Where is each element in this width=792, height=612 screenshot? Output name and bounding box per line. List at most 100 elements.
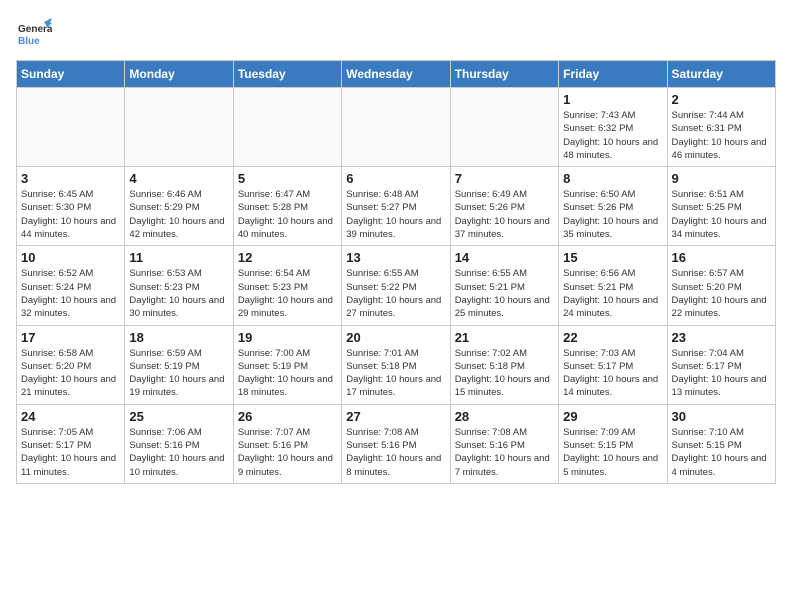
day-number: 6 [346, 171, 445, 186]
calendar-cell: 16 Sunrise: 6:57 AM Sunset: 5:20 PM Dayli… [667, 246, 775, 325]
calendar-cell [450, 88, 558, 167]
day-number: 4 [129, 171, 228, 186]
calendar-cell: 12 Sunrise: 6:54 AM Sunset: 5:23 PM Dayli… [233, 246, 341, 325]
svg-text:Blue: Blue [18, 36, 40, 47]
calendar-cell: 1 Sunrise: 7:43 AM Sunset: 6:32 PM Daylig… [559, 88, 667, 167]
day-number: 23 [672, 330, 771, 345]
day-number: 8 [563, 171, 662, 186]
calendar-cell: 14 Sunrise: 6:55 AM Sunset: 5:21 PM Dayli… [450, 246, 558, 325]
day-info: Sunrise: 6:46 AM Sunset: 5:29 PM Dayligh… [129, 188, 228, 241]
calendar-cell: 24Sunrise: 7:05 AM Sunset: 5:17 PM Dayli… [17, 404, 125, 483]
day-info: Sunrise: 6:49 AM Sunset: 5:26 PM Dayligh… [455, 188, 554, 241]
calendar-week-0: 1 Sunrise: 7:43 AM Sunset: 6:32 PM Daylig… [17, 88, 776, 167]
calendar-cell: 30 Sunrise: 7:10 AM Sunset: 5:15 PM Dayli… [667, 404, 775, 483]
day-info: Sunrise: 7:10 AM Sunset: 5:15 PM Dayligh… [672, 426, 771, 479]
day-info: Sunrise: 6:58 AM Sunset: 5:20 PM Dayligh… [21, 347, 120, 400]
day-number: 2 [672, 92, 771, 107]
day-info: Sunrise: 6:51 AM Sunset: 5:25 PM Dayligh… [672, 188, 771, 241]
day-info: Sunrise: 6:47 AM Sunset: 5:28 PM Dayligh… [238, 188, 337, 241]
day-number: 11 [129, 250, 228, 265]
day-number: 5 [238, 171, 337, 186]
calendar-cell: 18Sunrise: 6:59 AM Sunset: 5:19 PM Dayli… [125, 325, 233, 404]
day-number: 28 [455, 409, 554, 424]
day-info: Sunrise: 6:48 AM Sunset: 5:27 PM Dayligh… [346, 188, 445, 241]
day-number: 14 [455, 250, 554, 265]
day-info: Sunrise: 6:52 AM Sunset: 5:24 PM Dayligh… [21, 267, 120, 320]
day-number: 15 [563, 250, 662, 265]
day-number: 9 [672, 171, 771, 186]
calendar-cell: 22Sunrise: 7:03 AM Sunset: 5:17 PM Dayli… [559, 325, 667, 404]
day-info: Sunrise: 7:08 AM Sunset: 5:16 PM Dayligh… [455, 426, 554, 479]
calendar-cell [233, 88, 341, 167]
calendar-week-1: 3 Sunrise: 6:45 AM Sunset: 5:30 PM Daylig… [17, 167, 776, 246]
day-number: 18 [129, 330, 228, 345]
day-number: 17 [21, 330, 120, 345]
day-info: Sunrise: 7:01 AM Sunset: 5:18 PM Dayligh… [346, 347, 445, 400]
calendar-cell: 25 Sunrise: 7:06 AM Sunset: 5:16 PM Dayli… [125, 404, 233, 483]
calendar-header-wednesday: Wednesday [342, 61, 450, 88]
calendar-header-row: SundayMondayTuesdayWednesdayThursdayFrid… [17, 61, 776, 88]
day-number: 29 [563, 409, 662, 424]
day-info: Sunrise: 7:44 AM Sunset: 6:31 PM Dayligh… [672, 109, 771, 162]
calendar-cell: 20Sunrise: 7:01 AM Sunset: 5:18 PM Dayli… [342, 325, 450, 404]
day-number: 1 [563, 92, 662, 107]
day-info: Sunrise: 7:03 AM Sunset: 5:17 PM Dayligh… [563, 347, 662, 400]
day-info: Sunrise: 6:55 AM Sunset: 5:21 PM Dayligh… [455, 267, 554, 320]
day-info: Sunrise: 7:07 AM Sunset: 5:16 PM Dayligh… [238, 426, 337, 479]
day-number: 12 [238, 250, 337, 265]
calendar-cell [125, 88, 233, 167]
calendar-week-2: 10 Sunrise: 6:52 AM Sunset: 5:24 PM Dayli… [17, 246, 776, 325]
day-info: Sunrise: 6:50 AM Sunset: 5:26 PM Dayligh… [563, 188, 662, 241]
calendar-cell: 4 Sunrise: 6:46 AM Sunset: 5:29 PM Daylig… [125, 167, 233, 246]
calendar-week-4: 24Sunrise: 7:05 AM Sunset: 5:17 PM Dayli… [17, 404, 776, 483]
day-info: Sunrise: 7:43 AM Sunset: 6:32 PM Dayligh… [563, 109, 662, 162]
calendar-cell: 2 Sunrise: 7:44 AM Sunset: 6:31 PM Daylig… [667, 88, 775, 167]
calendar-cell: 7 Sunrise: 6:49 AM Sunset: 5:26 PM Daylig… [450, 167, 558, 246]
logo: General Blue [16, 16, 52, 52]
calendar-cell [342, 88, 450, 167]
calendar-cell: 6 Sunrise: 6:48 AM Sunset: 5:27 PM Daylig… [342, 167, 450, 246]
day-number: 26 [238, 409, 337, 424]
day-info: Sunrise: 7:00 AM Sunset: 5:19 PM Dayligh… [238, 347, 337, 400]
calendar-cell: 19 Sunrise: 7:00 AM Sunset: 5:19 PM Dayli… [233, 325, 341, 404]
day-number: 7 [455, 171, 554, 186]
day-info: Sunrise: 6:53 AM Sunset: 5:23 PM Dayligh… [129, 267, 228, 320]
day-number: 3 [21, 171, 120, 186]
day-number: 21 [455, 330, 554, 345]
calendar-cell: 8 Sunrise: 6:50 AM Sunset: 5:26 PM Daylig… [559, 167, 667, 246]
calendar-cell: 27 Sunrise: 7:08 AM Sunset: 5:16 PM Dayli… [342, 404, 450, 483]
calendar-cell: 29 Sunrise: 7:09 AM Sunset: 5:15 PM Dayli… [559, 404, 667, 483]
day-info: Sunrise: 6:57 AM Sunset: 5:20 PM Dayligh… [672, 267, 771, 320]
day-info: Sunrise: 7:04 AM Sunset: 5:17 PM Dayligh… [672, 347, 771, 400]
calendar-cell: 9 Sunrise: 6:51 AM Sunset: 5:25 PM Daylig… [667, 167, 775, 246]
calendar-header-thursday: Thursday [450, 61, 558, 88]
day-info: Sunrise: 7:08 AM Sunset: 5:16 PM Dayligh… [346, 426, 445, 479]
day-number: 16 [672, 250, 771, 265]
day-number: 25 [129, 409, 228, 424]
calendar-header-monday: Monday [125, 61, 233, 88]
calendar-header-friday: Friday [559, 61, 667, 88]
day-info: Sunrise: 6:55 AM Sunset: 5:22 PM Dayligh… [346, 267, 445, 320]
calendar-header-tuesday: Tuesday [233, 61, 341, 88]
day-number: 19 [238, 330, 337, 345]
day-info: Sunrise: 7:09 AM Sunset: 5:15 PM Dayligh… [563, 426, 662, 479]
day-number: 10 [21, 250, 120, 265]
day-number: 27 [346, 409, 445, 424]
calendar-cell: 23 Sunrise: 7:04 AM Sunset: 5:17 PM Dayli… [667, 325, 775, 404]
calendar-cell: 5 Sunrise: 6:47 AM Sunset: 5:28 PM Daylig… [233, 167, 341, 246]
day-info: Sunrise: 7:06 AM Sunset: 5:16 PM Dayligh… [129, 426, 228, 479]
day-info: Sunrise: 6:45 AM Sunset: 5:30 PM Dayligh… [21, 188, 120, 241]
calendar-cell: 21 Sunrise: 7:02 AM Sunset: 5:18 PM Dayli… [450, 325, 558, 404]
calendar-cell: 10 Sunrise: 6:52 AM Sunset: 5:24 PM Dayli… [17, 246, 125, 325]
calendar-cell: 3 Sunrise: 6:45 AM Sunset: 5:30 PM Daylig… [17, 167, 125, 246]
day-number: 30 [672, 409, 771, 424]
calendar-cell: 28 Sunrise: 7:08 AM Sunset: 5:16 PM Dayli… [450, 404, 558, 483]
calendar-cell: 17 Sunrise: 6:58 AM Sunset: 5:20 PM Dayli… [17, 325, 125, 404]
calendar-header-sunday: Sunday [17, 61, 125, 88]
day-info: Sunrise: 7:05 AM Sunset: 5:17 PM Dayligh… [21, 426, 120, 479]
day-info: Sunrise: 6:54 AM Sunset: 5:23 PM Dayligh… [238, 267, 337, 320]
calendar-table: SundayMondayTuesdayWednesdayThursdayFrid… [16, 60, 776, 484]
header: General Blue [16, 16, 776, 52]
calendar-header-saturday: Saturday [667, 61, 775, 88]
day-info: Sunrise: 7:02 AM Sunset: 5:18 PM Dayligh… [455, 347, 554, 400]
